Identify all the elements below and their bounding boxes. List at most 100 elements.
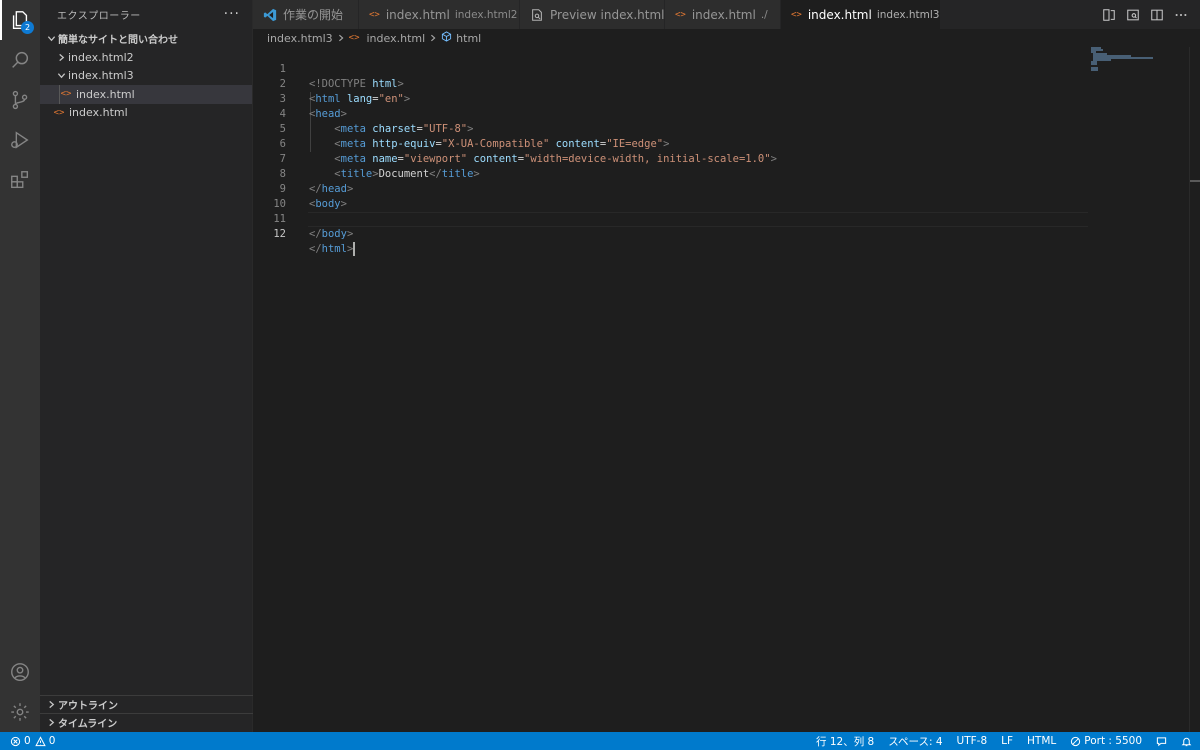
tree-item-label: index.html3 [68, 69, 134, 83]
symbol-icon [441, 31, 452, 45]
status-right: 行 12、列 8 スペース: 4 UTF-8 LF HTML Port : 55… [816, 732, 1192, 750]
tab-getting-started[interactable]: 作業の開始 [253, 0, 359, 29]
vertical-scrollbar[interactable] [1189, 47, 1200, 732]
code-line: 9 <body> [253, 167, 1088, 210]
eol-status[interactable]: LF [1001, 735, 1013, 747]
port-label: Port : 5500 [1084, 735, 1142, 747]
problems-indicator[interactable]: 0 0 [0, 735, 55, 747]
preview-side-icon[interactable] [1126, 8, 1140, 22]
tree-item-label: index.html2 [68, 50, 134, 64]
run-debug-icon[interactable] [0, 120, 40, 160]
extensions-icon[interactable] [0, 160, 40, 200]
cursor-position-status[interactable]: 行 12、列 8 [816, 734, 874, 749]
chevron-right-icon [44, 698, 58, 712]
code-line: 4 <meta charset="UTF-8"> [253, 92, 1088, 135]
code-line: 2 <html lang="en"> [253, 62, 1088, 105]
search-icon[interactable] [0, 40, 40, 80]
activity-bar: 2 [0, 0, 40, 732]
breadcrumb-symbol[interactable]: html [456, 32, 481, 45]
tab-label: index.html [385, 7, 450, 22]
outline-section[interactable]: アウトライン [40, 695, 253, 713]
timeline-section[interactable]: タイムライン [40, 713, 253, 731]
workspace-section[interactable]: 簡単なサイトと問い合わせ [40, 28, 252, 48]
breadcrumb: index.html3 <> index.html html [253, 29, 1200, 47]
tab-index-html2[interactable]: <> index.html index.html2 [359, 0, 520, 29]
timeline-title: タイムライン [58, 719, 118, 730]
tag-token: body [321, 228, 347, 240]
gear-icon[interactable] [0, 692, 40, 732]
outline-title: アウトライン [58, 701, 118, 712]
chevron-right-icon [44, 716, 58, 730]
html-file-icon: <> [791, 9, 802, 20]
preview-icon [530, 8, 544, 22]
explorer-header: エクスプローラー ··· [40, 0, 252, 28]
error-icon [10, 736, 21, 746]
explorer-title: エクスプローラー [57, 10, 141, 22]
live-server-port-status[interactable]: Port : 5500 [1070, 735, 1142, 747]
editor-actions [1102, 0, 1200, 29]
tab-label: 作業の開始 [283, 8, 344, 22]
html-file-icon: <> [369, 9, 380, 20]
code-editor[interactable]: 1 <!DOCTYPE html> 2 <html lang="en"> 3 <… [253, 47, 1200, 732]
more-actions-icon[interactable]: ··· [224, 6, 240, 22]
code-line: 3 <head> [253, 77, 1088, 120]
indent-guide [59, 85, 60, 104]
code-line: 6 <meta name="viewport" content="width=d… [253, 122, 1088, 165]
tree-file-index-html[interactable]: <> index.html [40, 104, 252, 123]
split-editor-icon[interactable] [1150, 8, 1164, 22]
code-line: 8 </head> [253, 152, 1088, 195]
code-line: 5 <meta http-equiv="X-UA-Compatible" con… [253, 107, 1088, 150]
html-file-icon: <> [348, 33, 360, 43]
tab-preview[interactable]: Preview index.html [520, 0, 665, 29]
encoding-status[interactable]: UTF-8 [957, 735, 988, 747]
editor-tabs: 作業の開始 <> index.html index.html2 Preview … [253, 0, 1200, 29]
errors-status: 0 [10, 735, 31, 747]
explorer-icon[interactable]: 2 [0, 0, 40, 40]
tab-description: index.html3 [876, 8, 940, 21]
open-preview-icon[interactable] [1102, 8, 1116, 22]
explorer-sidebar: エクスプローラー ··· 簡単なサイトと問い合わせ index.html2 in… [40, 0, 253, 732]
tree-item-label: index.html [69, 106, 128, 120]
language-mode-status[interactable]: HTML [1027, 735, 1056, 747]
tree-item-label: index.html [76, 87, 135, 101]
text-cursor [353, 242, 355, 256]
vscode-logo-icon [263, 8, 277, 22]
html-file-icon: <> [53, 107, 65, 118]
code-line-current: 12 </html> [253, 212, 1088, 256]
html-file-icon: <> [60, 89, 72, 100]
code-line: 10 [253, 182, 1088, 210]
source-control-icon[interactable] [0, 80, 40, 120]
tree-file-index-html-selected[interactable]: <> index.html [40, 85, 252, 104]
chevron-right-icon [337, 32, 345, 45]
active-indicator [0, 0, 2, 40]
tab-description: index.html2 [454, 8, 518, 21]
scroll-position-marker [1190, 180, 1200, 182]
notifications-bell-icon[interactable] [1181, 736, 1192, 747]
feedback-icon[interactable] [1156, 736, 1167, 747]
tab-index-html3-active[interactable]: <> index.html index.html3 [781, 0, 941, 29]
warning-icon [34, 735, 46, 746]
more-actions-icon[interactable] [1174, 8, 1188, 22]
line-number: 12 [273, 228, 286, 240]
chevron-right-icon [429, 32, 437, 45]
tab-index-html-root[interactable]: <> index.html ./ [665, 0, 781, 29]
explorer-badge: 2 [21, 21, 34, 34]
code-line: 1 <!DOCTYPE html> [253, 47, 1088, 90]
warning-count: 0 [48, 735, 56, 747]
warnings-status: 0 [34, 735, 56, 747]
tab-label: Preview index.html [550, 7, 665, 22]
indentation-status[interactable]: スペース: 4 [888, 734, 942, 749]
chevron-down-icon [54, 69, 68, 83]
tab-description: ./ [760, 8, 768, 21]
tab-label: index.html [691, 7, 756, 22]
tab-label: index.html [807, 7, 872, 22]
html-file-icon: <> [675, 9, 686, 20]
workspace-title: 簡単なサイトと問い合わせ [58, 34, 178, 46]
minimap[interactable] [1089, 47, 1189, 732]
tree-folder-index-html2[interactable]: index.html2 [40, 48, 252, 67]
tree-folder-index-html3[interactable]: index.html3 [40, 67, 252, 86]
breadcrumb-folder[interactable]: index.html3 [267, 32, 333, 45]
account-icon[interactable] [0, 652, 40, 692]
code-line: 11 </body> [253, 197, 1088, 240]
breadcrumb-file[interactable]: index.html [367, 32, 426, 45]
